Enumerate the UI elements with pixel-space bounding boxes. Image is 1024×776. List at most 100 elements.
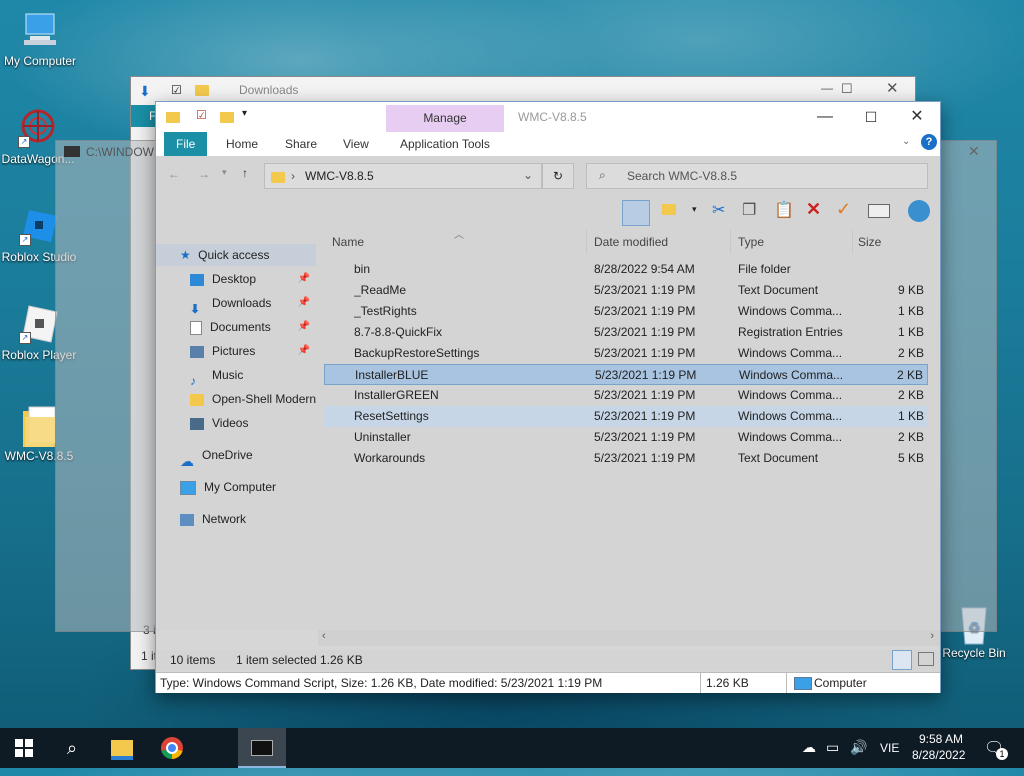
shortcut-arrow-icon: ↗ — [18, 136, 30, 148]
manage-tab[interactable]: Manage — [386, 105, 504, 132]
minimize-button[interactable]: — — [821, 81, 833, 95]
nav-network[interactable]: Network — [156, 508, 316, 530]
network-icon — [180, 513, 194, 526]
column-type[interactable]: Type — [738, 230, 853, 254]
recent-dropdown-icon[interactable]: ▾ — [222, 167, 227, 178]
view-icon[interactable] — [662, 202, 676, 216]
desktop-icon-my-computer[interactable]: My Computer — [0, 10, 80, 68]
close-button[interactable]: ✕ — [894, 102, 940, 132]
file-date: 5/23/2021 1:19 PM — [594, 451, 696, 465]
minimize-button[interactable]: — — [802, 102, 848, 132]
volume-icon[interactable]: 🔊 — [850, 739, 867, 756]
navigation-pane-icon[interactable] — [622, 200, 650, 226]
windows-logo-icon — [15, 739, 33, 757]
nav-open-shell[interactable]: Open-Shell Modern — [156, 388, 316, 410]
file-type: Windows Comma... — [738, 409, 843, 423]
maximize-button[interactable]: ☐ — [848, 102, 894, 132]
new-folder-icon[interactable] — [220, 110, 234, 124]
nav-label: Music — [212, 368, 244, 382]
nav-onedrive[interactable]: ☁ OneDrive — [156, 444, 316, 469]
delete-icon[interactable]: ✕ — [806, 199, 821, 220]
tab-view[interactable]: View — [331, 132, 381, 156]
quick-access-dropdown-icon[interactable]: ▾ — [242, 108, 247, 119]
file-row[interactable]: BackupRestoreSettings 5/23/2021 1:19 PM … — [324, 343, 928, 364]
nav-quick-access[interactable]: ★ Quick access — [156, 244, 316, 266]
computer-icon — [20, 10, 60, 50]
rename-icon[interactable]: ✓ — [836, 199, 851, 220]
file-row[interactable]: Workarounds 5/23/2021 1:19 PM Text Docum… — [324, 448, 928, 469]
paste-icon[interactable]: 📋 — [774, 200, 794, 220]
close-button[interactable]: ✕ — [886, 79, 899, 97]
nav-pictures[interactable]: Pictures 📌 — [156, 340, 316, 362]
file-row[interactable]: 8.7-8.8-QuickFix 5/23/2021 1:19 PM Regis… — [324, 322, 928, 343]
display-icon[interactable]: ▭ — [826, 739, 839, 756]
help-icon[interactable]: ? — [921, 134, 937, 150]
back-arrow-icon[interactable]: ← — [168, 167, 180, 181]
file-row[interactable]: bin 8/28/2022 9:54 AM File folder — [324, 259, 928, 280]
cut-icon[interactable]: ✂ — [712, 200, 725, 220]
nav-label: Pictures — [212, 344, 256, 358]
language-indicator[interactable]: VIE — [880, 741, 899, 755]
file-explorer-taskbar-icon[interactable] — [98, 728, 146, 768]
nav-desktop[interactable]: Desktop 📌 — [156, 268, 316, 290]
large-icons-view-button[interactable] — [918, 652, 934, 666]
column-date-modified[interactable]: Date modified — [594, 230, 731, 254]
file-row[interactable]: _TestRights 5/23/2021 1:19 PM Windows Co… — [324, 301, 928, 322]
file-size: 2 KB — [897, 430, 924, 444]
horizontal-scrollbar[interactable]: ‹ › — [318, 630, 940, 646]
file-type: Text Document — [738, 451, 819, 465]
clock-time[interactable]: 9:58 AM — [916, 732, 966, 746]
refresh-button[interactable]: ↻ — [542, 163, 574, 189]
file-size: 9 KB — [897, 283, 924, 297]
explorer-window[interactable]: ☑ ▾ Manage WMC-V8.8.5 — ☐ ✕ File Home Sh… — [155, 101, 941, 693]
details-view-button[interactable] — [892, 650, 912, 670]
properties-icon[interactable]: ☑ — [196, 108, 207, 122]
scroll-right-icon[interactable]: › — [930, 630, 934, 642]
nav-downloads[interactable]: ⬇ Downloads 📌 — [156, 292, 316, 316]
up-arrow-icon[interactable]: ↑ — [242, 166, 248, 180]
nav-music[interactable]: ♪ Music — [156, 364, 316, 388]
file-type: Windows Comma... — [738, 346, 843, 360]
tab-file[interactable]: File — [164, 132, 208, 156]
forward-arrow-icon[interactable]: → — [198, 167, 210, 181]
expand-ribbon-icon[interactable]: ⌄ — [902, 136, 910, 147]
file-row-selected[interactable]: InstallerBLUE 5/23/2021 1:19 PM Windows … — [324, 364, 928, 385]
maximize-button[interactable]: ☐ — [841, 81, 853, 97]
file-row-hover[interactable]: ResetSettings 5/23/2021 1:19 PM Windows … — [324, 406, 928, 427]
address-dropdown-icon[interactable]: ⌄ — [523, 168, 533, 182]
scroll-left-icon[interactable]: ‹ — [322, 630, 326, 642]
cmd-taskbar-icon[interactable] — [238, 728, 286, 768]
open-shell-icon[interactable] — [908, 200, 930, 222]
nav-documents[interactable]: Documents 📌 — [156, 316, 316, 338]
file-date: 5/23/2021 1:19 PM — [594, 304, 696, 318]
copy-icon[interactable]: ❐ — [742, 200, 756, 220]
search-icon[interactable]: ⌕ — [48, 728, 96, 768]
chrome-taskbar-icon[interactable] — [148, 728, 196, 768]
nav-label: Videos — [212, 416, 249, 430]
address-bar[interactable]: › WMC-V8.8.5 ⌄ — [264, 163, 542, 189]
file-list: ︿ Name Date modified Type Size bin 8/28/… — [324, 230, 940, 630]
column-size[interactable]: Size — [858, 230, 928, 254]
clock-date[interactable]: 8/28/2022 — [912, 748, 965, 762]
search-icon: ⌕ — [599, 168, 606, 182]
file-row[interactable]: InstallerGREEN 5/23/2021 1:19 PM Windows… — [324, 385, 928, 406]
file-row[interactable]: Uninstaller 5/23/2021 1:19 PM Windows Co… — [324, 427, 928, 448]
nav-videos[interactable]: Videos — [156, 412, 316, 434]
start-button[interactable] — [0, 728, 48, 768]
tab-home[interactable]: Home — [214, 132, 270, 156]
properties-icon[interactable] — [868, 204, 890, 218]
close-button[interactable]: ✕ — [968, 143, 980, 160]
file-date: 5/23/2021 1:19 PM — [594, 283, 696, 297]
tab-application-tools[interactable]: Application Tools — [388, 132, 502, 156]
navigation-pane: ★ Quick access Desktop 📌 ⬇ Downloads 📌 Do… — [156, 230, 324, 630]
file-name: BackupRestoreSettings — [354, 346, 480, 360]
network-offline-icon[interactable]: ☁ — [802, 739, 816, 756]
column-name[interactable]: Name — [332, 230, 587, 254]
address-row: ← → ▾ ↑ › WMC-V8.8.5 ⌄ ↻ ⌕ Search WMC-V8… — [156, 156, 940, 194]
tab-share[interactable]: Share — [273, 132, 329, 156]
file-row[interactable]: _ReadMe 5/23/2021 1:19 PM Text Document … — [324, 280, 928, 301]
file-size: 1 KB — [897, 409, 924, 423]
search-box[interactable]: ⌕ Search WMC-V8.8.5 — [586, 163, 928, 189]
view-dropdown-icon[interactable]: ▾ — [692, 204, 697, 215]
nav-my-computer[interactable]: My Computer — [156, 476, 316, 498]
